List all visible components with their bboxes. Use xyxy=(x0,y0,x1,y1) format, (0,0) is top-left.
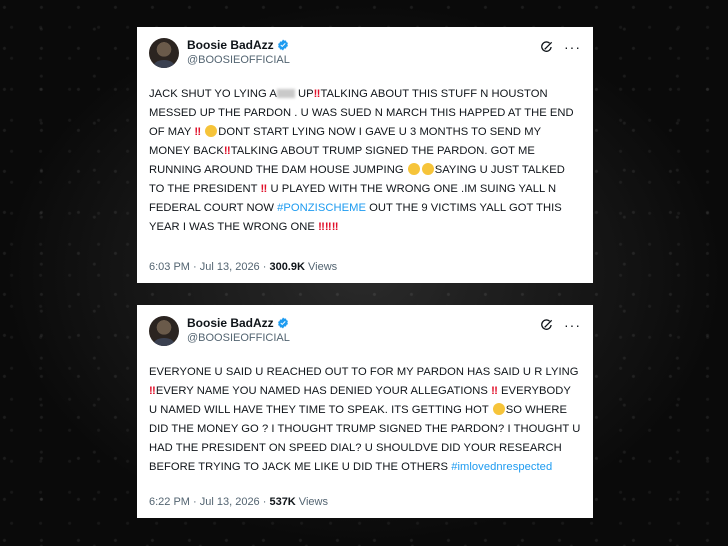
tweet-card[interactable]: Boosie BadAzz @BOOSIEOFFICIAL ··· JACK S… xyxy=(137,27,593,283)
views-count[interactable]: 300.9K xyxy=(269,261,304,273)
verified-badge-icon xyxy=(277,39,288,51)
display-name[interactable]: Boosie BadAzz xyxy=(187,315,274,331)
double-exclamation-emoji: ‼ xyxy=(491,385,498,397)
text-segment: EVERYONE U SAID U REACHED OUT TO FOR MY … xyxy=(149,366,579,378)
more-icon[interactable]: ··· xyxy=(564,40,581,54)
text-segment: JACK SHUT YO LYING A xyxy=(149,88,277,100)
tweet-text: EVERYONE U SAID U REACHED OUT TO FOR MY … xyxy=(149,363,581,477)
grok-icon[interactable] xyxy=(540,318,554,332)
winking-tongue-emoji xyxy=(421,163,434,175)
user-handle[interactable]: @BOOSIEOFFICIAL xyxy=(187,53,540,67)
tweet-header: Boosie BadAzz @BOOSIEOFFICIAL ··· xyxy=(149,37,581,73)
grok-icon[interactable] xyxy=(540,40,554,54)
hashtag-link[interactable]: #imlovednrespected xyxy=(451,461,552,473)
author-block: Boosie BadAzz @BOOSIEOFFICIAL xyxy=(187,37,540,67)
text-segment: EVERY NAME YOU NAMED HAS DENIED YOUR ALL… xyxy=(155,385,492,397)
tweet-text: JACK SHUT YO LYING A UP‼TALKING ABOUT TH… xyxy=(149,85,581,237)
double-exclamation-emoji: ‼ xyxy=(331,221,339,233)
display-name[interactable]: Boosie BadAzz xyxy=(187,37,274,53)
double-exclamation-emoji: ‼ xyxy=(194,126,202,138)
views-label: Views xyxy=(304,261,338,273)
views-label: Views xyxy=(295,496,328,508)
avatar[interactable] xyxy=(149,316,179,346)
double-exclamation-emoji: ‼ xyxy=(223,145,231,157)
author-block: Boosie BadAzz @BOOSIEOFFICIAL xyxy=(187,315,540,345)
timestamp[interactable]: 6:22 PM · Jul 13, 2026 · xyxy=(149,496,269,508)
avatar[interactable] xyxy=(149,38,179,68)
double-exclamation-emoji: ‼ xyxy=(149,385,156,397)
tweet-meta: 6:22 PM · Jul 13, 2026 · 537K Views xyxy=(149,496,328,508)
verified-badge-icon xyxy=(277,317,288,329)
views-count[interactable]: 537K xyxy=(269,496,295,508)
text-segment: UP xyxy=(294,88,314,100)
timestamp[interactable]: 6:03 PM · Jul 13, 2026 · xyxy=(149,261,269,273)
tweet-meta: 6:03 PM · Jul 13, 2026 · 300.9K Views xyxy=(149,261,337,273)
winking-tongue-emoji xyxy=(205,125,218,137)
hashtag-link[interactable]: #PONZISCHEME xyxy=(277,202,366,214)
winking-tongue-emoji xyxy=(407,163,420,175)
tweet-header: Boosie BadAzz @BOOSIEOFFICIAL ··· xyxy=(149,315,581,351)
double-exclamation-emoji: ‼ xyxy=(324,221,332,233)
more-icon[interactable]: ··· xyxy=(564,318,581,332)
tweet-card[interactable]: Boosie BadAzz @BOOSIEOFFICIAL ··· EVERYO… xyxy=(137,305,593,518)
grinning-emoji xyxy=(492,403,505,415)
double-exclamation-emoji: ‼ xyxy=(318,221,325,233)
user-handle[interactable]: @BOOSIEOFFICIAL xyxy=(187,331,540,345)
censor-blur xyxy=(276,89,295,98)
